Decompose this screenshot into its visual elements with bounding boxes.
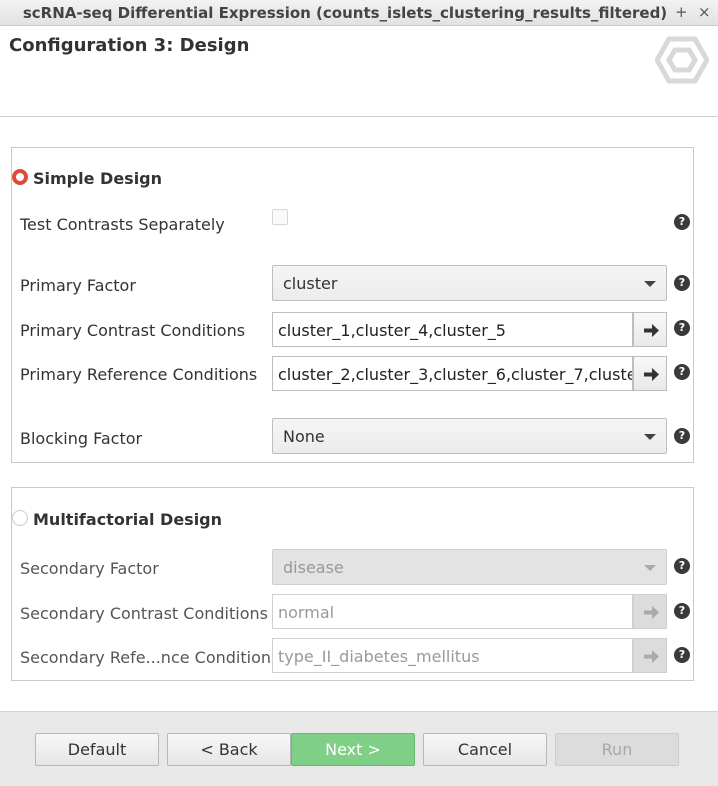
window-title: scRNA-seq Differential Expression (count… xyxy=(22,4,668,22)
primary-reference-edit-button[interactable] xyxy=(633,356,667,391)
next-button[interactable]: Next > xyxy=(291,733,415,766)
simple-design-radio[interactable] xyxy=(12,169,28,185)
secondary-contrast-edit-button[interactable] xyxy=(633,594,667,629)
chevron-down-icon xyxy=(644,434,656,440)
primary-contrast-edit-button[interactable] xyxy=(633,312,667,347)
test-contrasts-label: Test Contrasts Separately xyxy=(20,215,225,234)
blocking-factor-value: None xyxy=(283,427,325,446)
simple-design-group: Simple Design xyxy=(11,147,694,463)
close-button[interactable]: × xyxy=(698,3,711,21)
run-button[interactable]: Run xyxy=(555,733,679,766)
secondary-reference-label: Secondary Refe...nce Conditions xyxy=(20,648,280,667)
primary-contrast-value: cluster_1,cluster_4,cluster_5 xyxy=(278,321,506,340)
arrow-right-icon xyxy=(644,606,659,619)
help-icon[interactable]: ? xyxy=(674,647,690,663)
chevron-down-icon xyxy=(644,565,656,571)
test-contrasts-checkbox[interactable] xyxy=(272,209,288,225)
help-icon[interactable]: ? xyxy=(674,603,690,619)
back-button[interactable]: < Back xyxy=(167,733,291,766)
arrow-right-icon xyxy=(644,650,659,663)
secondary-factor-select[interactable]: disease xyxy=(272,549,667,585)
primary-factor-label: Primary Factor xyxy=(20,276,136,295)
primary-reference-label: Primary Reference Conditions xyxy=(20,365,258,384)
secondary-reference-value: type_II_diabetes_mellitus xyxy=(278,647,480,666)
help-icon[interactable]: ? xyxy=(674,364,690,380)
help-icon[interactable]: ? xyxy=(674,558,690,574)
help-icon[interactable]: ? xyxy=(674,320,690,336)
help-icon[interactable]: ? xyxy=(674,428,690,444)
secondary-factor-value: disease xyxy=(283,558,344,577)
wizard-content: Simple Design Test Contrasts Separately … xyxy=(0,117,718,711)
cancel-button[interactable]: Cancel xyxy=(423,733,547,766)
secondary-reference-input[interactable]: type_II_diabetes_mellitus xyxy=(272,638,633,673)
blocking-factor-label: Blocking Factor xyxy=(20,429,143,448)
page-title: Configuration 3: Design xyxy=(9,35,250,56)
secondary-contrast-input[interactable]: normal xyxy=(272,594,633,629)
secondary-reference-edit-button[interactable] xyxy=(633,638,667,673)
multifactorial-design-radio[interactable] xyxy=(12,510,28,526)
secondary-contrast-value: normal xyxy=(278,603,335,622)
secondary-contrast-label: Secondary Contrast Conditions xyxy=(20,604,268,623)
hexagon-logo-icon xyxy=(655,36,709,84)
arrow-right-icon xyxy=(644,368,659,381)
primary-reference-value: cluster_2,cluster_3,cluster_6,cluster_7,… xyxy=(278,365,633,384)
primary-factor-value: cluster xyxy=(283,274,338,293)
secondary-factor-label: Secondary Factor xyxy=(20,559,159,578)
maximize-button[interactable]: + xyxy=(675,3,688,21)
window-titlebar: scRNA-seq Differential Expression (count… xyxy=(0,0,718,26)
multifactorial-design-title[interactable]: Multifactorial Design xyxy=(33,510,222,529)
primary-reference-input[interactable]: cluster_2,cluster_3,cluster_6,cluster_7,… xyxy=(272,356,633,391)
primary-factor-select[interactable]: cluster xyxy=(272,265,667,301)
blocking-factor-select[interactable]: None xyxy=(272,418,667,454)
primary-contrast-label: Primary Contrast Conditions xyxy=(20,321,246,340)
help-icon[interactable]: ? xyxy=(674,214,690,230)
help-icon[interactable]: ? xyxy=(674,275,690,291)
wizard-footer: Default < Back Next > Cancel Run xyxy=(0,711,718,786)
primary-contrast-input[interactable]: cluster_1,cluster_4,cluster_5 xyxy=(272,312,633,347)
simple-design-title[interactable]: Simple Design xyxy=(33,169,162,188)
arrow-right-icon xyxy=(644,324,659,337)
default-button[interactable]: Default xyxy=(35,733,159,766)
chevron-down-icon xyxy=(644,281,656,287)
wizard-header: Configuration 3: Design xyxy=(0,26,718,117)
